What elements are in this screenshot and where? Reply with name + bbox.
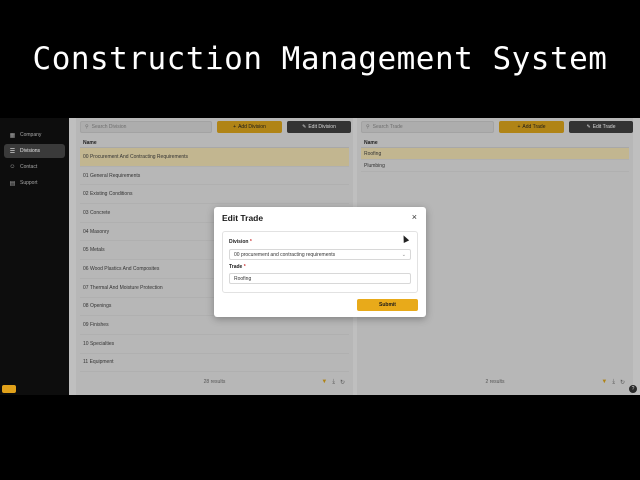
- chevron-down-icon: ⌄: [401, 252, 406, 258]
- trade-search-input[interactable]: ⚲ Search Trade: [361, 121, 494, 133]
- refresh-icon[interactable]: ↻: [340, 379, 345, 386]
- trade-footer-actions: ▼ ⤓ ↻: [601, 377, 625, 387]
- banner-title: Construction Management System: [32, 41, 608, 77]
- trade-table-body: Roofing Plumbing: [361, 148, 629, 172]
- sidebar-item-company[interactable]: ▦ Company: [4, 128, 65, 142]
- trade-field-label: Trade *: [229, 264, 246, 270]
- division-table-footer: 28 results ▼ ⤓ ↻: [80, 377, 349, 387]
- table-row[interactable]: 11 Equipment: [80, 354, 349, 373]
- required-mark: *: [243, 264, 246, 270]
- division-results-count: 28 results: [203, 379, 226, 385]
- plus-icon: +: [517, 124, 521, 130]
- modal-form: Division * 00 procurement and contractin…: [222, 231, 418, 293]
- trade-input-value: Roofing: [234, 275, 252, 282]
- modal-title: Edit Trade: [222, 213, 264, 223]
- plus-icon: +: [233, 124, 237, 130]
- download-icon[interactable]: ⤓: [332, 379, 335, 386]
- sidebar-item-divisions[interactable]: ☰ Divisions: [4, 144, 65, 158]
- trades-toolbar: ⚲ Search Trade + Add Trade ✎ Edit Trade: [361, 121, 633, 133]
- table-row[interactable]: 01 General Requirements: [80, 167, 349, 186]
- download-icon[interactable]: ⤓: [612, 379, 615, 386]
- division-footer-actions: ▼ ⤓ ↻: [321, 377, 345, 387]
- video-title-banner: Construction Management System: [0, 0, 640, 118]
- table-row[interactable]: 00 Procurement And Contracting Requireme…: [80, 148, 349, 167]
- refresh-icon[interactable]: ↻: [620, 379, 625, 386]
- sidebar-item-support[interactable]: ▤ Support: [4, 176, 65, 190]
- edit-division-button[interactable]: ✎ Edit Division: [287, 121, 351, 133]
- edit-icon: ✎: [586, 124, 591, 130]
- search-icon: ⚲: [366, 124, 370, 130]
- sidebar-item-label: Company: [20, 132, 42, 138]
- close-icon[interactable]: ×: [412, 212, 417, 222]
- sidebar: ▦ Company ☰ Divisions ☺ Contact ▤ Suppor…: [0, 118, 69, 395]
- edit-trade-label: Edit Trade: [592, 124, 616, 130]
- search-icon: ⚲: [85, 124, 89, 130]
- table-row[interactable]: 09 Finishes: [80, 316, 349, 335]
- search-placeholder: Search Trade: [372, 124, 403, 130]
- divisions-toolbar: ⚲ Search Division + Add Division ✎ Edit …: [80, 121, 351, 133]
- add-trade-label: Add Trade: [522, 124, 546, 130]
- add-division-button[interactable]: + Add Division: [217, 121, 282, 133]
- table-row[interactable]: 10 Specialties: [80, 335, 349, 354]
- add-division-label: Add Division: [238, 124, 266, 130]
- table-row[interactable]: 02 Existing Conditions: [80, 185, 349, 205]
- filter-icon[interactable]: ▼: [601, 379, 607, 385]
- search-placeholder: Search Division: [91, 124, 127, 130]
- sidebar-toggle-button[interactable]: [2, 385, 16, 393]
- division-search-input[interactable]: ⚲ Search Division: [80, 121, 212, 133]
- table-row[interactable]: Roofing: [361, 148, 629, 160]
- sidebar-item-label: Contact: [20, 164, 38, 170]
- division-select-value: 00 procurement and contracting requireme…: [234, 251, 336, 258]
- trade-label-text: Trade: [229, 264, 243, 270]
- sidebar-item-label: Divisions: [20, 148, 41, 154]
- help-button[interactable]: ?: [629, 385, 637, 393]
- edit-icon: ✎: [302, 124, 307, 130]
- edit-trade-modal: Edit Trade × Division * 00 procurement a…: [214, 207, 426, 317]
- edit-trade-button[interactable]: ✎ Edit Trade: [569, 121, 633, 133]
- trade-results-count: 2 results: [485, 379, 505, 385]
- sidebar-item-label: Support: [20, 180, 38, 186]
- building-icon: ▦: [9, 132, 16, 139]
- trade-table-footer: 2 results ▼ ⤓ ↻: [361, 377, 629, 387]
- division-column-header[interactable]: Name: [80, 138, 349, 148]
- trade-column-header[interactable]: Name: [361, 138, 629, 148]
- sidebar-item-contact[interactable]: ☺ Contact: [4, 160, 65, 174]
- edit-division-label: Edit Division: [308, 124, 336, 130]
- trade-input[interactable]: Roofing: [229, 273, 411, 284]
- division-field-label: Division *: [229, 239, 252, 245]
- layers-icon: ☰: [9, 148, 16, 155]
- submit-button[interactable]: Submit: [357, 299, 418, 311]
- add-trade-button[interactable]: + Add Trade: [499, 121, 564, 133]
- required-mark: *: [249, 239, 252, 245]
- division-select[interactable]: 00 procurement and contracting requireme…: [229, 249, 411, 260]
- people-icon: ☺: [9, 164, 16, 170]
- support-icon: ▤: [9, 180, 16, 187]
- table-row[interactable]: Plumbing: [361, 160, 629, 172]
- filter-icon[interactable]: ▼: [321, 379, 327, 385]
- division-label-text: Division: [229, 239, 249, 245]
